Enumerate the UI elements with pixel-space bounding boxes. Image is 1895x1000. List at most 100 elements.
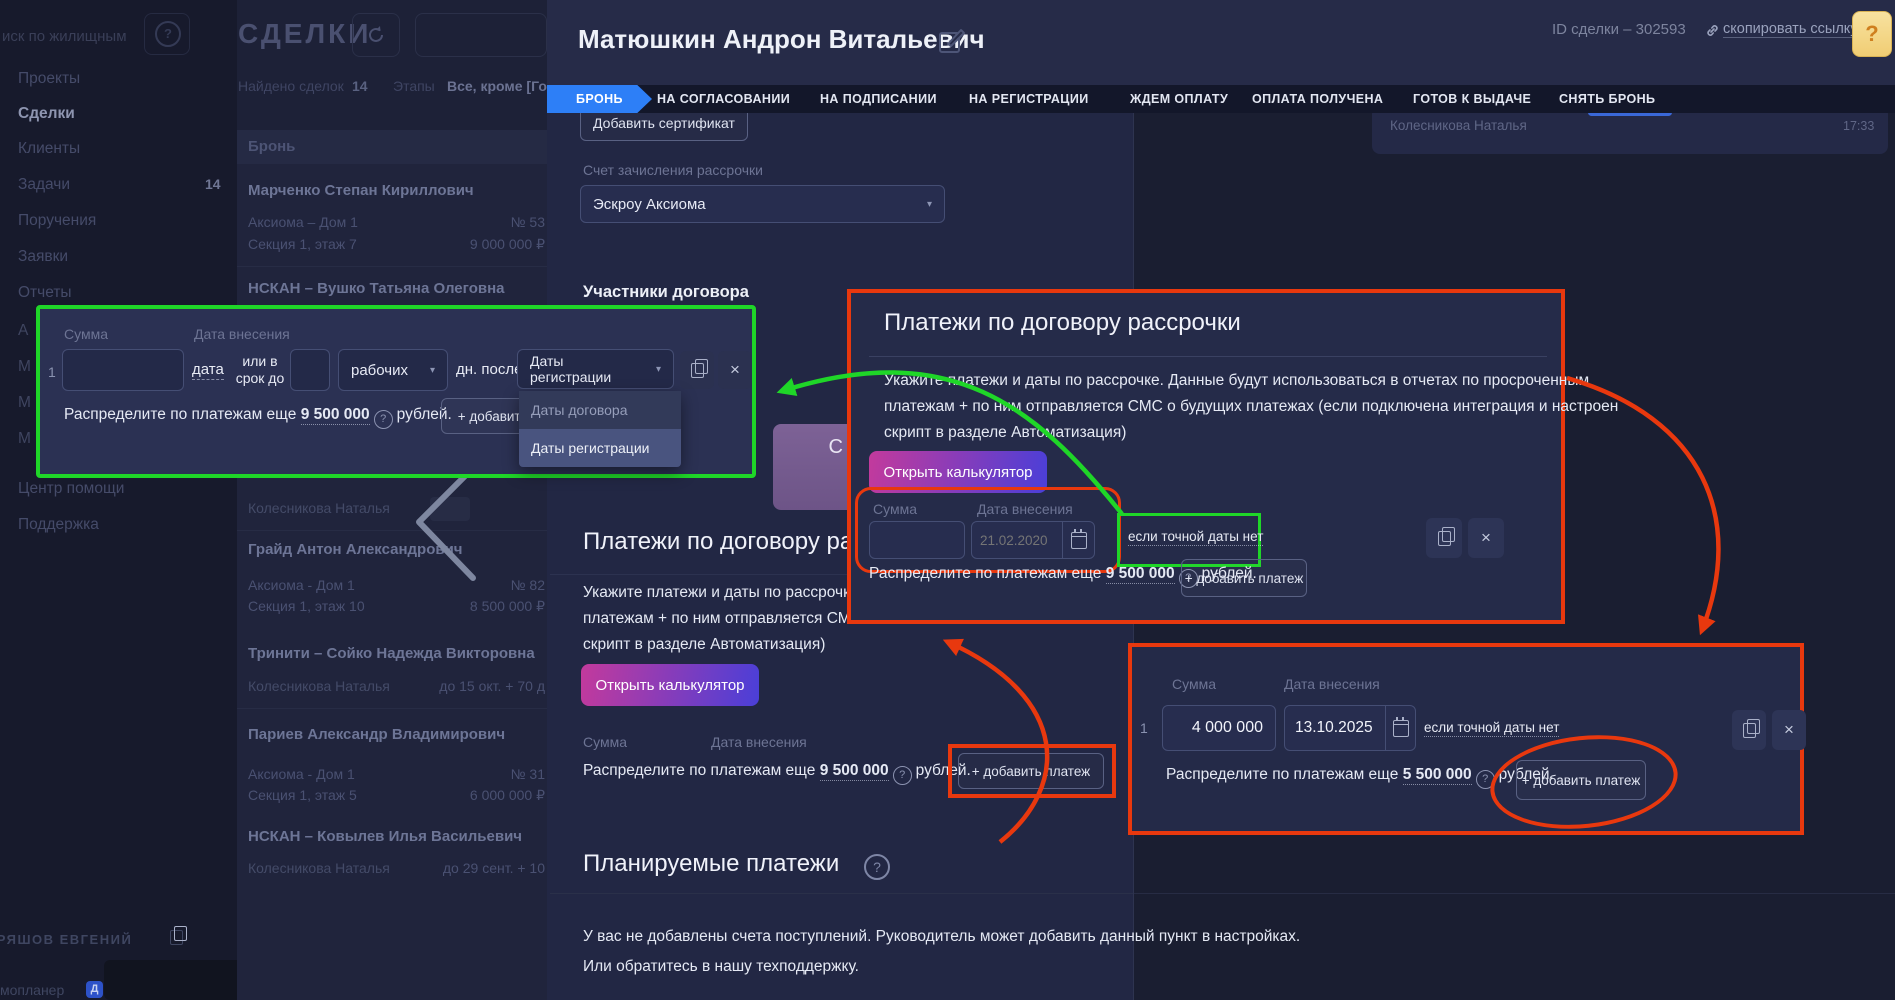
deal-card-due: до 15 окт. + 70 д [439, 678, 545, 694]
tab-snyat-bron[interactable]: СНЯТЬ БРОНЬ [1559, 85, 1655, 113]
sidebar-item-help-center[interactable]: Центр помощи [18, 480, 124, 498]
duplicate-row-button[interactable] [680, 351, 714, 389]
tab-bron[interactable]: БРОНЬ [547, 85, 652, 113]
copy-icon [1437, 526, 1455, 546]
menu-item-contract-dates[interactable]: Даты договора [519, 391, 681, 429]
sidebar-item-reports[interactable]: Отчеты [18, 284, 72, 302]
search-input[interactable]: иск по жилищным [2, 28, 127, 45]
copy-icon [1742, 718, 1760, 738]
deal-card-manager: Колесникова Наталья [248, 860, 390, 876]
deal-card-project: Аксиома – Дом 1 [248, 214, 358, 230]
chat-time: 17:33 [1843, 119, 1875, 133]
date-field [971, 521, 1095, 559]
date-input[interactable] [972, 522, 1062, 558]
remove-row-button[interactable]: × [1468, 518, 1504, 558]
deal-card-unit: Секция 1, этаж 7 [248, 236, 357, 252]
remove-row-button[interactable]: × [1772, 710, 1806, 750]
sidebar-item-deals[interactable]: Сделки [18, 105, 75, 123]
deal-card-name[interactable]: НСКАН – Ковылев Илья Васильевич [248, 828, 522, 845]
distribute-amount: 9 500 000 [300, 406, 370, 425]
annotation-green-editor: Сумма Дата внесения 1 дата или в срок до… [36, 305, 756, 478]
remove-row-button[interactable]: × [718, 351, 752, 389]
annotation-box-filled-payment: Сумма Дата внесения 1 если точной даты н… [1128, 643, 1806, 835]
date-input[interactable] [1285, 706, 1385, 750]
tab-na-podpisanii[interactable]: НА ПОДПИСАНИИ [820, 85, 937, 113]
help-circle-icon: ? [155, 21, 181, 47]
chevron-down-icon: ▾ [429, 364, 435, 376]
row-number: 1 [48, 364, 56, 380]
refresh-icon [369, 26, 383, 42]
chevron-down-icon: ▾ [655, 363, 661, 375]
deal-id: ID сделки – 302593 [1552, 21, 1686, 38]
days-count-input[interactable] [290, 349, 330, 391]
deal-card-unit: Секция 1, этаж 10 [248, 598, 365, 614]
box1-desc-line: платежам + по ним отправляется СМС о буд… [884, 398, 1619, 415]
sidebar-item-fragment[interactable]: А [18, 322, 28, 340]
deal-card-unit: Секция 1, этаж 5 [248, 787, 357, 803]
no-exact-date-link[interactable]: если точной даты нет [1424, 720, 1560, 737]
duplicate-row-button[interactable] [1732, 710, 1766, 750]
sidebar-item-projects[interactable]: Проекты [18, 70, 80, 88]
deal-card-manager: Колесникова Наталья [248, 500, 390, 516]
sidebar-item-orders[interactable]: Поручения [18, 212, 96, 230]
planned-heading: Планируемые платежи [583, 850, 840, 877]
question-icon[interactable]: ? [373, 410, 393, 429]
question-icon[interactable]: ? [892, 766, 912, 785]
deal-card-name[interactable]: Марченко Степан Кириллович [248, 182, 474, 199]
menu-item-registration-dates[interactable]: Даты регистрации [519, 429, 681, 467]
chat-sender: Колесникова Наталья [1390, 118, 1527, 133]
link-icon [1707, 25, 1718, 36]
deals-extra-button[interactable] [415, 13, 547, 57]
sum-column-label: Сумма [1172, 676, 1216, 692]
add-payment-button[interactable]: + добавить платеж [1181, 559, 1307, 597]
sidebar-item-fragment[interactable]: М [18, 430, 31, 448]
edit-title-icon[interactable] [938, 26, 966, 54]
distribute-hint: Распределите по платежам еще 9 500 000? р… [583, 762, 971, 785]
sidebar-item-clients[interactable]: Клиенты [18, 140, 80, 158]
sum-input[interactable] [62, 349, 184, 391]
sidebar-item-requests[interactable]: Заявки [18, 248, 68, 266]
sidebar-item-tasks[interactable]: Задачи [18, 176, 70, 194]
found-label: Найдено сделок [238, 78, 344, 94]
installments-heading: Платежи по договору ра [583, 528, 854, 555]
sum-column-label: Сумма [64, 326, 108, 342]
copy-user-icon[interactable] [170, 926, 187, 950]
deal-card-name[interactable]: Тринити – Сойко Надежда Викторовна [248, 645, 535, 662]
account-select[interactable]: Эскроу Аксиома ▾ [580, 185, 945, 223]
sidebar-item-support[interactable]: Поддержка [18, 516, 99, 534]
tab-na-soglasovanii[interactable]: НА СОГЛАСОВАНИИ [657, 85, 790, 113]
planned-help-icon[interactable]: ? [864, 854, 890, 880]
deal-card-name[interactable]: Париев Александр Владимирович [248, 726, 505, 743]
stage-filter-value[interactable]: Все, кроме [Го [447, 78, 547, 94]
date-mode-toggle[interactable]: дата [192, 361, 224, 380]
sum-column-label: Сумма [583, 734, 627, 750]
purple-button-fragment[interactable]: С [773, 424, 847, 510]
app-screen: иск по жилищным ? Проекты Сделки Клиенты… [0, 0, 1895, 1000]
account-select-value: Эскроу Аксиома [593, 195, 706, 213]
duplicate-row-button[interactable] [1426, 518, 1462, 558]
date-basis-select[interactable]: Даты регистрации ▾ [517, 349, 674, 389]
date-column-label: Дата внесения [1284, 676, 1380, 692]
calendar-button[interactable] [1385, 706, 1415, 750]
sidebar-item-fragment[interactable]: М [18, 358, 31, 376]
tab-gotov-k-vydache[interactable]: ГОТОВ К ВЫДАЧЕ [1413, 85, 1531, 113]
calendar-icon [1392, 716, 1409, 737]
collapse-panel-chevron-icon[interactable] [405, 460, 490, 590]
participants-heading: Участники договора [583, 283, 749, 301]
deal-card-name[interactable]: НСКАН – Вушко Татьяна Олеговна [248, 280, 504, 297]
tab-na-registracii[interactable]: НА РЕГИСТРАЦИИ [969, 85, 1089, 113]
planner-label[interactable]: мопланер [0, 982, 64, 998]
sum-input[interactable] [1162, 705, 1276, 751]
stage-filter-label: Этапы [393, 78, 435, 94]
no-exact-date-link[interactable]: если точной даты нет [1128, 529, 1264, 546]
tab-zhdem-oplatu[interactable]: ЖДЕМ ОПЛАТУ [1130, 85, 1228, 113]
refresh-button[interactable] [352, 13, 400, 57]
day-type-select[interactable]: рабочих ▾ [338, 349, 448, 391]
copy-link-button[interactable]: скопировать ссылку [1723, 21, 1858, 38]
calendar-button[interactable] [1062, 522, 1094, 558]
sum-input[interactable] [869, 521, 965, 559]
tab-oplata-poluchena[interactable]: ОПЛАТА ПОЛУЧЕНА [1252, 85, 1383, 113]
help-button[interactable]: ? [1852, 11, 1892, 57]
sidebar-item-fragment[interactable]: М [18, 394, 31, 412]
open-calculator-button[interactable]: Открыть калькулятор [581, 664, 759, 706]
